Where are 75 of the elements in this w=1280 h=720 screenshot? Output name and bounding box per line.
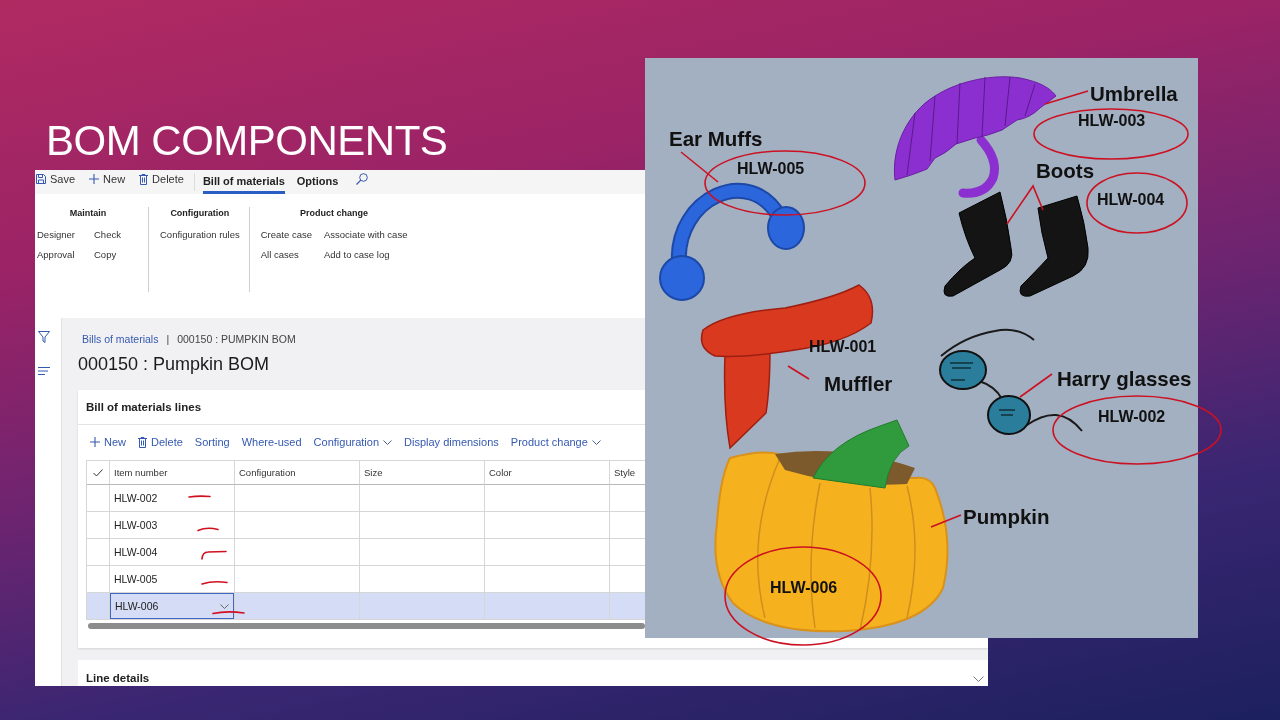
table-cell: HLW-002 [110,485,235,512]
menu-button[interactable]: Product change [510,436,601,448]
table-row[interactable]: HLW-002 [87,485,646,512]
menu-button[interactable]: Configuration [313,436,393,448]
item-label: Pumpkin [963,505,1050,528]
horizontal-scrollbar[interactable] [88,623,645,629]
leader-line [787,365,810,380]
ribbon-button[interactable]: Check [94,225,121,245]
plus-icon [89,174,100,184]
item-label: Boots [1036,159,1095,182]
ribbon-button[interactable]: Create case [260,225,312,245]
delete-button[interactable]: Delete [139,170,184,188]
item-code: HLW-002 [1098,408,1166,425]
ribbon-button[interactable]: Associate with case [324,225,408,245]
item-code: HLW-001 [809,338,877,355]
search-icon[interactable] [356,173,369,185]
ribbon-button[interactable]: All cases [260,245,299,265]
ribbon-button[interactable]: Approval [37,245,75,265]
delete-button[interactable]: Delete [138,436,183,448]
ribbon-group-title: Configuration [169,207,231,219]
breadcrumb-separator: | [166,332,170,346]
breadcrumb-current: 000150 : PUMPKIN BOM [177,332,296,346]
item-label: Harry glasses [1057,367,1192,390]
table-cell: HLW-003 [110,512,235,539]
item-label: Ear Muffs [669,127,763,150]
ribbon-button[interactable]: Designer [37,225,76,245]
item-code: HLW-005 [737,160,805,177]
toolbar-button[interactable]: Display dimensions [404,436,499,448]
new-button[interactable]: New [89,170,126,188]
save-icon [36,174,46,184]
table-row[interactable]: HLW-004 [87,539,646,566]
slide-title: BOM COMPONENTS [46,117,448,165]
chevron-down-icon [383,439,393,445]
item-code: HLW-006 [770,579,838,596]
plus-icon [90,437,100,447]
breadcrumb-link[interactable]: Bills of materials [82,332,159,346]
leader-line [930,514,962,528]
ribbon-button[interactable]: Copy [94,245,117,265]
section-title: Bill of materials lines [86,401,202,413]
checkmark-icon[interactable] [93,468,103,477]
item-label: Muffler [824,372,893,395]
ribbon-button[interactable]: Configuration rules [160,225,240,245]
ribbon-button[interactable]: Add to case log [324,245,390,265]
item-label: Umbrella [1090,82,1178,105]
item-code: HLW-004 [1097,191,1165,208]
column-header[interactable]: Color [485,461,610,485]
leader-line [680,151,719,183]
column-header[interactable]: Configuration [235,461,360,485]
item-code: HLW-003 [1078,112,1146,129]
lines-icon[interactable] [38,367,50,375]
chevron-down-icon [591,439,601,445]
trash-icon [139,173,149,185]
column-header[interactable]: Size [360,461,485,485]
page-title: 000150 : Pumpkin BOM [78,353,270,376]
ribbon-group-title: Product change [299,207,370,219]
table-cell: HLW-004 [110,539,235,566]
new-button[interactable]: New [90,436,126,448]
table-row[interactable]: HLW-003 [87,512,646,539]
toolbar-button[interactable]: Sorting [194,436,230,448]
chevron-down-icon[interactable] [973,676,984,682]
column-header[interactable]: Item number [110,461,235,485]
ribbon-group-title: Maintain [68,207,108,219]
ribbon-tab[interactable]: Options [296,170,339,194]
save-button[interactable]: Save [36,170,76,188]
section-title: Line details [86,671,150,685]
table-row[interactable]: HLW-006 [87,593,646,620]
toolbar-button[interactable]: Where-used [241,436,302,448]
leader-line [1019,373,1053,398]
table-cell: HLW-005 [110,566,235,593]
leader-line [1044,90,1089,105]
leader-line [1006,184,1044,225]
chevron-down-icon [220,603,229,609]
item-number-field[interactable]: HLW-006 [110,593,234,619]
trash-icon [138,436,147,448]
filter-icon[interactable] [38,331,50,343]
